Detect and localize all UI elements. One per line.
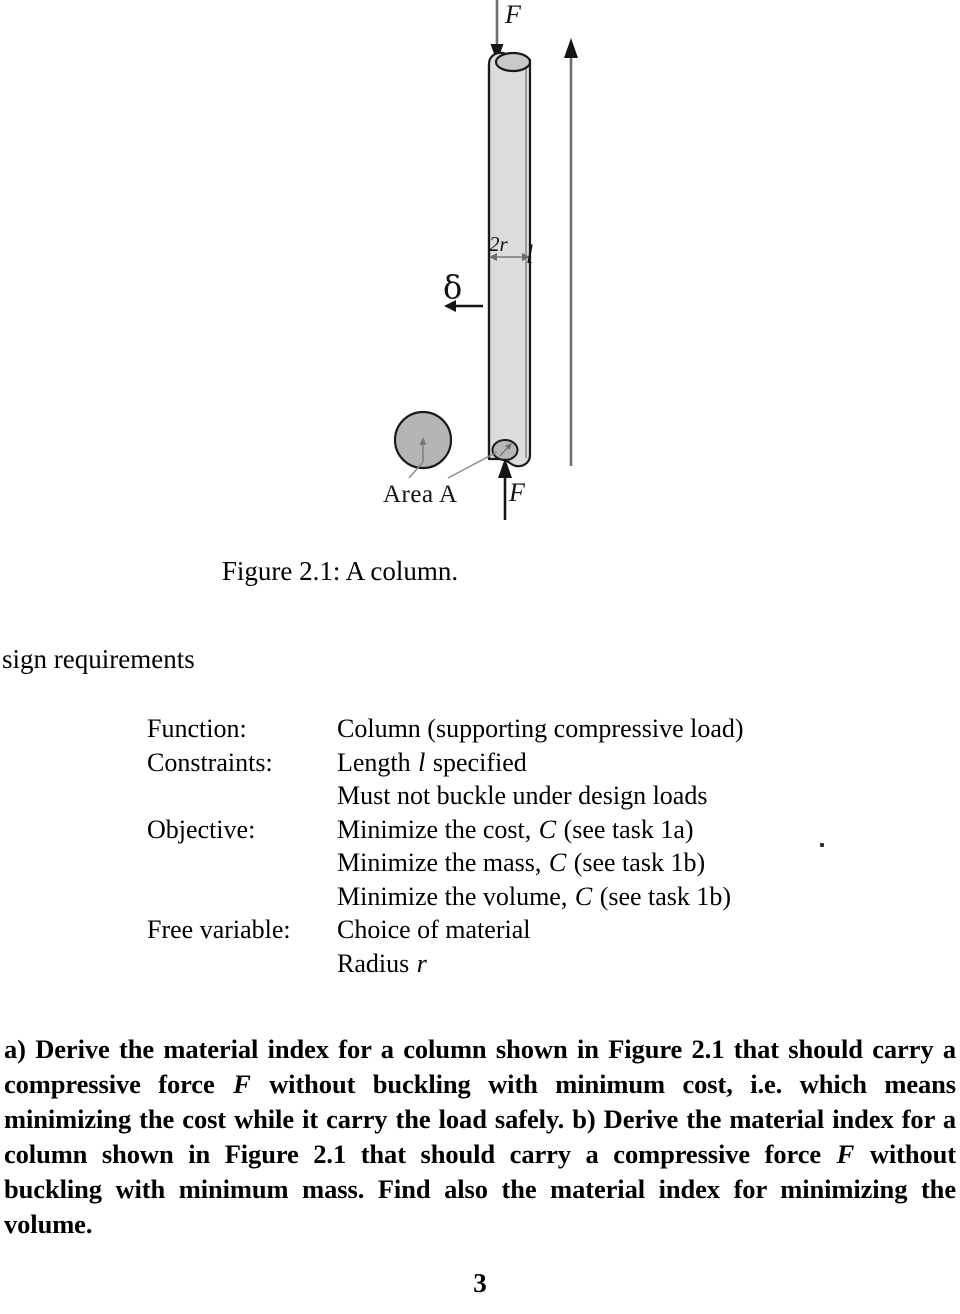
- requirement-value-text: Minimize the mass,: [337, 848, 548, 877]
- requirement-label: Free variable:: [147, 915, 291, 944]
- requirement-value-text: Choice of material: [337, 915, 531, 944]
- requirement-value-text: Minimize the volume,: [337, 881, 574, 911]
- requirement-value-text-tail: (see task 1b): [567, 848, 706, 877]
- force-label-top: F: [505, 0, 521, 29]
- requirement-value-variable: l: [418, 747, 426, 777]
- area-label: Area A: [383, 481, 458, 508]
- requirement-value-variable: C: [538, 814, 557, 844]
- requirements-row: Free variable: Choice of material: [147, 913, 744, 947]
- requirement-value-text: Minimize the cost,: [337, 814, 538, 844]
- requirement-value: Choice of material: [337, 913, 744, 947]
- requirement-value-variable: r: [416, 948, 427, 978]
- requirements-row: Radius r: [147, 947, 744, 981]
- force-label-bottom: F: [509, 478, 525, 507]
- requirement-label: [147, 880, 337, 914]
- design-requirements-table: Function: Column (supporting compressive …: [147, 712, 744, 980]
- deflection-label: δ: [443, 268, 463, 306]
- page-number: 3: [473, 1268, 487, 1298]
- requirement-value-variable: C: [548, 848, 567, 877]
- requirement-label: [147, 846, 337, 880]
- requirement-value: Minimize the volume, C (see task 1b): [337, 880, 744, 914]
- ink-speck: [820, 843, 824, 847]
- figure-column-diagram: F F 2r l δ Area A: [0, 0, 960, 540]
- requirement-label: [147, 779, 337, 813]
- diameter-label: 2r: [489, 232, 508, 256]
- column-diagram-svg: [393, 0, 578, 520]
- figure-caption: Figure 2.1: A column.: [221, 556, 459, 586]
- requirements-row: Must not buckle under design loads: [147, 779, 744, 813]
- force-variable-a: F: [233, 1069, 251, 1099]
- requirement-value-text-tail: (see task 1a): [557, 814, 694, 844]
- requirements-row: Function: Column (supporting compressive …: [147, 712, 744, 746]
- requirement-value: Must not buckle under design loads: [337, 779, 744, 813]
- task-paragraph: a) Derive the material index for a colum…: [4, 1032, 956, 1242]
- requirement-value: Radius r: [337, 947, 744, 981]
- requirements-row: Minimize the volume, C (see task 1b): [147, 880, 744, 914]
- requirement-value: Minimize the mass, C (see task 1b): [337, 846, 744, 880]
- requirement-value: Length l specified: [337, 746, 744, 780]
- requirements-row: Objective: Minimize the cost, C (see task…: [147, 813, 744, 847]
- requirement-value-variable: C: [574, 881, 593, 911]
- requirement-label: Function:: [147, 714, 247, 743]
- requirement-value-text: Length: [337, 747, 418, 777]
- requirement-value-text: Radius: [337, 948, 416, 978]
- requirement-label: [147, 947, 337, 981]
- section-heading: sign requirements: [2, 644, 195, 674]
- requirement-label: Constraints:: [147, 747, 273, 777]
- length-label: l: [526, 240, 534, 269]
- requirement-value-text: Column (supporting compressive load): [337, 714, 744, 743]
- force-variable-b: F: [836, 1139, 855, 1169]
- requirement-value-text-tail: (see task 1b): [593, 881, 732, 911]
- requirement-value-text-tail: specified: [426, 747, 527, 777]
- length-arrow-icon: [564, 38, 578, 466]
- requirements-row: Minimize the mass, C (see task 1b): [147, 846, 744, 880]
- requirement-label: Objective:: [147, 814, 256, 844]
- requirement-value: Column (supporting compressive load): [337, 712, 744, 746]
- requirements-row: Constraints: Length l specified: [147, 746, 744, 780]
- requirement-value-text: Must not buckle under design loads: [337, 781, 708, 810]
- requirements-table-body: Function: Column (supporting compressive …: [147, 712, 744, 980]
- requirement-value: Minimize the cost, C (see task 1a): [337, 813, 744, 847]
